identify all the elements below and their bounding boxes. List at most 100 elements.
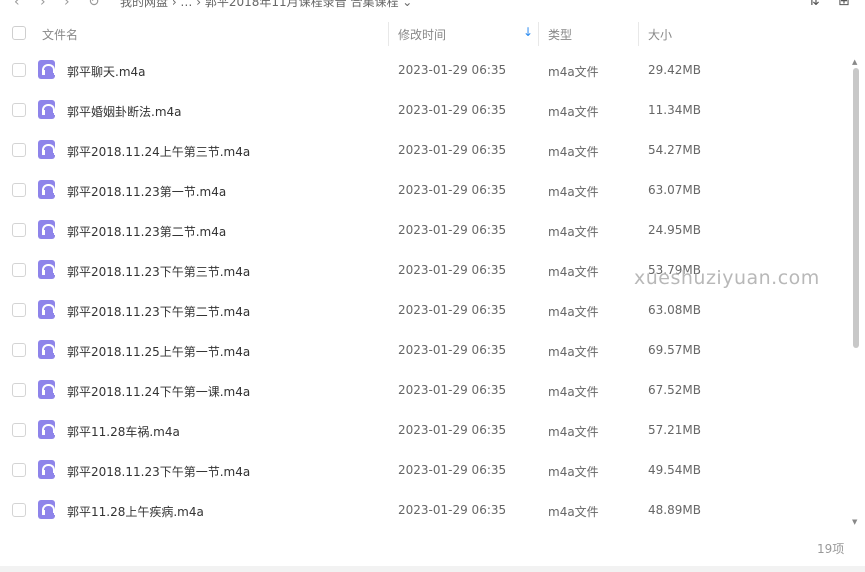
file-type: m4a文件	[548, 465, 599, 479]
file-name[interactable]: 郭平婚姻卦断法.m4a	[67, 103, 182, 120]
column-header-name[interactable]: 文件名	[42, 26, 78, 43]
scroll-up-arrow-icon[interactable]: ▲	[852, 58, 857, 66]
file-type: m4a文件	[548, 145, 599, 159]
file-date: 2023-01-29 06:35	[398, 263, 507, 277]
file-size: 49.54MB	[648, 463, 701, 477]
file-date: 2023-01-29 06:35	[398, 383, 507, 397]
file-date: 2023-01-29 06:35	[398, 503, 507, 517]
file-row[interactable]: 郭平2018.11.23第一节.m4a 2023-01-29 06:35 m4a…	[0, 170, 850, 210]
column-divider[interactable]	[538, 22, 539, 46]
file-name[interactable]: 郭平2018.11.23第二节.m4a	[67, 223, 226, 240]
file-row[interactable]: 郭平2018.11.24下午第一课.m4a 2023-01-29 06:35 m…	[0, 370, 850, 410]
file-size: 67.52MB	[648, 383, 701, 397]
top-toolbar: ‹ › › ↻ 我的网盘 › … › 郭平2018年11月课程录音 合集课程 ⌄…	[0, 0, 865, 14]
row-checkbox[interactable]	[12, 423, 26, 437]
file-date: 2023-01-29 06:35	[398, 463, 507, 477]
file-date: 2023-01-29 06:35	[398, 303, 507, 317]
audio-file-icon	[38, 300, 57, 319]
column-header-modified[interactable]: 修改时间	[398, 26, 446, 43]
forward-arrow-icon-2[interactable]: ›	[64, 0, 70, 10]
column-divider[interactable]	[388, 22, 389, 46]
watermark: xueshuziyuan.com	[634, 267, 820, 289]
bottom-divider	[0, 566, 865, 572]
vertical-scrollbar[interactable]: ▲ ▼	[852, 58, 860, 526]
file-row[interactable]: 郭平11.28上午疾病.m4a 2023-01-29 06:35 m4a文件 4…	[0, 490, 850, 530]
file-type: m4a文件	[548, 345, 599, 359]
row-checkbox[interactable]	[12, 463, 26, 477]
audio-file-icon	[38, 60, 57, 79]
file-name[interactable]: 郭平聊天.m4a	[67, 63, 146, 80]
audio-file-icon	[38, 100, 57, 119]
file-type: m4a文件	[548, 225, 599, 239]
file-type: m4a文件	[548, 185, 599, 199]
scrollbar-thumb[interactable]	[853, 68, 859, 348]
column-header-size[interactable]: 大小	[648, 26, 672, 43]
file-size: 11.34MB	[648, 103, 701, 117]
file-date: 2023-01-29 06:35	[398, 143, 507, 157]
column-header-type[interactable]: 类型	[548, 26, 572, 43]
file-type: m4a文件	[548, 65, 599, 79]
file-row[interactable]: 郭平2018.11.25上午第一节.m4a 2023-01-29 06:35 m…	[0, 330, 850, 370]
file-date: 2023-01-29 06:35	[398, 183, 507, 197]
file-name[interactable]: 郭平2018.11.23下午第三节.m4a	[67, 263, 250, 280]
scroll-down-arrow-icon[interactable]: ▼	[852, 518, 857, 526]
file-row[interactable]: 郭平聊天.m4a 2023-01-29 06:35 m4a文件 29.42MB	[0, 50, 850, 90]
sort-down-icon[interactable]: ↓	[523, 25, 533, 39]
grid-view-icon[interactable]: ⊞	[838, 0, 850, 9]
file-size: 24.95MB	[648, 223, 701, 237]
audio-file-icon	[38, 420, 57, 439]
audio-file-icon	[38, 260, 57, 279]
file-type: m4a文件	[548, 105, 599, 119]
file-row[interactable]: 郭平2018.11.23第二节.m4a 2023-01-29 06:35 m4a…	[0, 210, 850, 250]
file-name[interactable]: 郭平2018.11.25上午第一节.m4a	[67, 343, 250, 360]
file-type: m4a文件	[548, 265, 599, 279]
row-checkbox[interactable]	[12, 503, 26, 517]
file-row[interactable]: 郭平婚姻卦断法.m4a 2023-01-29 06:35 m4a文件 11.34…	[0, 90, 850, 130]
file-size: 48.89MB	[648, 503, 701, 517]
row-checkbox[interactable]	[12, 183, 26, 197]
file-row[interactable]: 郭平2018.11.24上午第三节.m4a 2023-01-29 06:35 m…	[0, 130, 850, 170]
file-date: 2023-01-29 06:35	[398, 63, 507, 77]
row-checkbox[interactable]	[12, 303, 26, 317]
file-list-header: 文件名 修改时间 ↓ 类型 大小	[0, 20, 738, 48]
file-date: 2023-01-29 06:35	[398, 223, 507, 237]
file-name[interactable]: 郭平11.28上午疾病.m4a	[67, 503, 204, 520]
sort-icon[interactable]: ⇅	[808, 0, 820, 9]
row-checkbox[interactable]	[12, 63, 26, 77]
row-checkbox[interactable]	[12, 223, 26, 237]
breadcrumb[interactable]: 我的网盘 › … › 郭平2018年11月课程录音 合集课程 ⌄	[120, 0, 412, 10]
item-count: 19项	[817, 542, 845, 556]
file-date: 2023-01-29 06:35	[398, 423, 507, 437]
audio-file-icon	[38, 180, 57, 199]
column-divider[interactable]	[638, 22, 639, 46]
forward-arrow-icon[interactable]: ›	[40, 0, 46, 10]
audio-file-icon	[38, 340, 57, 359]
back-arrow-icon[interactable]: ‹	[14, 0, 20, 10]
file-size: 63.07MB	[648, 183, 701, 197]
audio-file-icon	[38, 220, 57, 239]
file-type: m4a文件	[548, 385, 599, 399]
file-name[interactable]: 郭平11.28车祸.m4a	[67, 423, 180, 440]
row-checkbox[interactable]	[12, 143, 26, 157]
row-checkbox[interactable]	[12, 343, 26, 357]
audio-file-icon	[38, 460, 57, 479]
file-name[interactable]: 郭平2018.11.23下午第二节.m4a	[67, 303, 250, 320]
file-size: 54.27MB	[648, 143, 701, 157]
select-all-checkbox[interactable]	[12, 26, 26, 40]
file-row[interactable]: 郭平2018.11.23下午第一节.m4a 2023-01-29 06:35 m…	[0, 450, 850, 490]
row-checkbox[interactable]	[12, 103, 26, 117]
file-name[interactable]: 郭平2018.11.24下午第一课.m4a	[67, 383, 250, 400]
refresh-icon[interactable]: ↻	[88, 0, 100, 10]
file-type: m4a文件	[548, 305, 599, 319]
file-name[interactable]: 郭平2018.11.23下午第一节.m4a	[67, 463, 250, 480]
audio-file-icon	[38, 500, 57, 519]
row-checkbox[interactable]	[12, 383, 26, 397]
file-row[interactable]: 郭平2018.11.23下午第二节.m4a 2023-01-29 06:35 m…	[0, 290, 850, 330]
file-row[interactable]: 郭平11.28车祸.m4a 2023-01-29 06:35 m4a文件 57.…	[0, 410, 850, 450]
file-name[interactable]: 郭平2018.11.23第一节.m4a	[67, 183, 226, 200]
row-checkbox[interactable]	[12, 263, 26, 277]
file-size: 63.08MB	[648, 303, 701, 317]
file-name[interactable]: 郭平2018.11.24上午第三节.m4a	[67, 143, 250, 160]
audio-file-icon	[38, 380, 57, 399]
file-date: 2023-01-29 06:35	[398, 103, 507, 117]
